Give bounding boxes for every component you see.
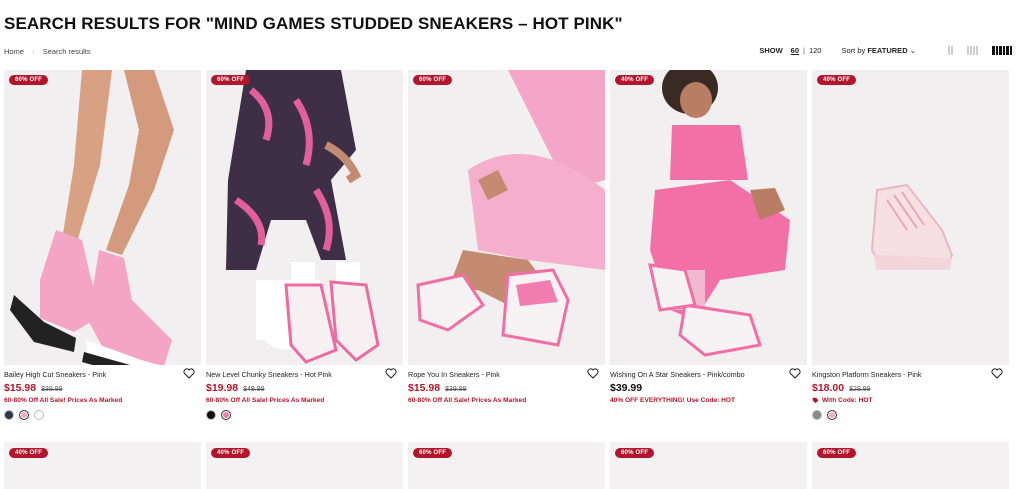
discount-badge: 60% OFF [817,448,857,458]
price-row: $15.98 $39.99 [408,382,467,394]
original-price: $39.99 [445,386,467,393]
discount-badge: 60% OFF [615,448,655,458]
product-card-partial[interactable]: 40% OFF [206,442,403,489]
sort-dropdown[interactable]: Sort by FEATURED ⌄ [841,46,916,55]
product-card[interactable]: 40% OFF Wishing On A Star Sneakers - Pin… [610,70,807,404]
product-name[interactable]: Rope You In Sneakers - Pink [408,370,500,379]
product-card-partial[interactable]: 40% OFF [4,442,201,489]
product-name[interactable]: Wishing On A Star Sneakers - Pink/combo [610,370,745,379]
show-divider: | [803,46,805,55]
heart-icon[interactable] [587,368,599,379]
product-card[interactable]: 60% OFF Rope You In Sneakers - Pink $15.… [408,70,605,404]
original-price: $49.99 [243,386,265,393]
heart-icon[interactable] [789,368,801,379]
product-name[interactable]: New Level Chunky Sneakers - Hot Pink [206,370,332,379]
swatch-hot-pink[interactable] [221,410,231,420]
product-card[interactable]: 60% OFF New Level Chunky Sneakers - Hot … [206,70,403,420]
show-120-option[interactable]: 120 [809,46,822,55]
product-name[interactable]: Kingston Platform Sneakers - Pink [812,370,921,379]
product-card-partial[interactable]: 60% OFF [408,442,605,489]
discount-badge: 60% OFF [413,75,453,85]
chevron-down-icon: ⌄ [909,46,916,55]
swatch-grey[interactable] [812,410,822,420]
breadcrumb-home-link[interactable]: Home [4,47,24,56]
product-card[interactable]: 60% OFF Bailey High Cut Sneakers - Pink … [4,70,201,420]
discount-badge: 40% OFF [9,448,49,458]
grid-view-4-icon[interactable] [992,46,1012,55]
sort-label: Sort by [841,46,868,55]
product-photo-illustration [812,70,1009,365]
swatch-navy[interactable] [4,410,14,420]
product-card[interactable]: 40% OFF Kingston Platform Sneakers - Pin… [812,70,1009,420]
promo-text: 60-80% Off All Sale! Prices As Marked [408,397,527,404]
discount-badge: 40% OFF [211,448,251,458]
product-image[interactable]: 40% OFF [610,70,807,365]
show-60-option[interactable]: 60 [791,46,799,55]
product-card-partial[interactable]: 60% OFF [812,442,1009,489]
heart-icon[interactable] [385,368,397,379]
show-label: SHOW [759,46,783,55]
product-card-partial[interactable]: 60% OFF [610,442,807,489]
promo-text: 60-80% Off All Sale! Prices As Marked [4,397,123,404]
color-swatches [206,410,231,420]
tag-icon [812,397,819,404]
discount-badge: 60% OFF [211,75,251,85]
promo-text: 60-80% Off All Sale! Prices As Marked [206,397,325,404]
promo-text: With Code: HOT [822,397,873,404]
price-row: $18.00 $29.99 [812,382,871,394]
breadcrumb-current: Search results [42,47,91,56]
sort-value: FEATURED [867,46,908,55]
page-title: SEARCH RESULTS FOR "MIND GAMES STUDDED S… [4,14,623,33]
original-price: $39.99 [41,386,63,393]
swatch-white[interactable] [34,410,44,420]
sale-price: $15.98 [4,382,37,394]
original-price: $29.99 [849,386,871,393]
price-row: $15.98 $39.99 [4,382,63,394]
heart-icon[interactable] [183,368,195,379]
product-photo-illustration [610,70,807,365]
product-photo-illustration [4,70,201,365]
product-name[interactable]: Bailey High Cut Sneakers - Pink [4,370,106,379]
breadcrumb-separator: › [32,47,35,56]
product-image[interactable]: 60% OFF [408,70,605,365]
discount-badge: 60% OFF [9,75,49,85]
discount-badge: 40% OFF [615,75,655,85]
grid-view-2-icon[interactable] [948,46,953,55]
sale-price: $15.98 [408,382,441,394]
color-swatches [812,410,837,420]
heart-icon[interactable] [991,368,1003,379]
price: $39.99 [610,382,643,394]
discount-badge: 40% OFF [817,75,857,85]
breadcrumb: Home › Search results [4,47,91,56]
color-swatches [4,410,44,420]
product-image[interactable]: 60% OFF [206,70,403,365]
price-row: $19.98 $49.99 [206,382,265,394]
price-row: $39.99 [610,382,642,394]
discount-badge: 60% OFF [413,448,453,458]
sale-price: $19.98 [206,382,239,394]
swatch-black[interactable] [206,410,216,420]
product-photo-illustration [206,70,403,365]
product-image[interactable]: 60% OFF [4,70,201,365]
sale-price: $18.00 [812,382,845,394]
promo-line: With Code: HOT [812,397,872,404]
grid-view-3-icon[interactable] [967,46,978,55]
product-photo-illustration [408,70,605,365]
product-image[interactable]: 40% OFF [812,70,1009,365]
listing-controls: SHOW 60 | 120 Sort by FEATURED ⌄ [759,46,1012,55]
swatch-pink[interactable] [19,410,29,420]
swatch-pink[interactable] [827,410,837,420]
promo-text: 40% OFF EVERYTHING! Use Code: HOT [610,397,736,404]
